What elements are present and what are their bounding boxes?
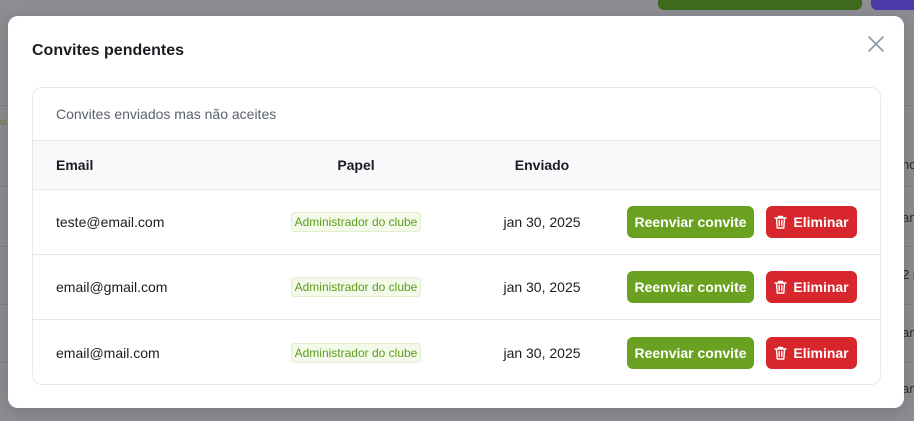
delete-invite-button[interactable]: Eliminar [766, 271, 857, 303]
trash-icon [774, 346, 788, 360]
resend-invite-button[interactable]: Reenviar convite [627, 206, 754, 238]
delete-label: Eliminar [793, 279, 849, 295]
row-sent-date: jan 30, 2025 [503, 214, 581, 230]
background-left-fragment: o [0, 117, 6, 128]
header-role: Papel [337, 157, 375, 173]
table-row: email@gmail.com Administrador do clube j… [33, 255, 880, 320]
resend-invite-button[interactable]: Reenviar convite [627, 336, 754, 369]
table-row: teste@email.com Administrador do clube j… [33, 190, 880, 255]
table-header: Email Papel Enviado [33, 141, 880, 190]
delete-invite-button[interactable]: Eliminar [766, 206, 857, 238]
role-badge: Administrador do clube [290, 342, 422, 363]
header-email: Email [56, 157, 94, 173]
background-primary-button [658, 0, 862, 10]
invites-card: Convites enviados mas não aceites Email … [32, 87, 881, 385]
row-sent-date: jan 30, 2025 [503, 279, 581, 295]
trash-icon [774, 215, 788, 229]
table-row: email@mail.com Administrador do clube ja… [33, 320, 880, 384]
role-badge: Administrador do clube [290, 277, 422, 297]
delete-label: Eliminar [793, 344, 849, 361]
resend-invite-button[interactable]: Reenviar convite [627, 271, 754, 303]
delete-label: Eliminar [793, 214, 849, 230]
row-email: teste@email.com [56, 214, 165, 230]
card-description: Convites enviados mas não aceites [33, 88, 880, 141]
modal-title: Convites pendentes [32, 42, 185, 59]
role-badge: Administrador do clube [290, 212, 422, 232]
row-email: email@mail.com [56, 344, 160, 361]
delete-invite-button[interactable]: Eliminar [766, 336, 857, 369]
close-button[interactable] [866, 34, 886, 54]
row-sent-date: jan 30, 2025 [503, 344, 581, 361]
close-icon [868, 36, 884, 52]
pending-invites-modal: Convites pendentes Convites enviados mas… [8, 16, 904, 408]
header-sent: Enviado [514, 157, 570, 173]
background-secondary-button [871, 0, 914, 10]
row-email: email@gmail.com [56, 279, 168, 295]
trash-icon [774, 280, 788, 294]
